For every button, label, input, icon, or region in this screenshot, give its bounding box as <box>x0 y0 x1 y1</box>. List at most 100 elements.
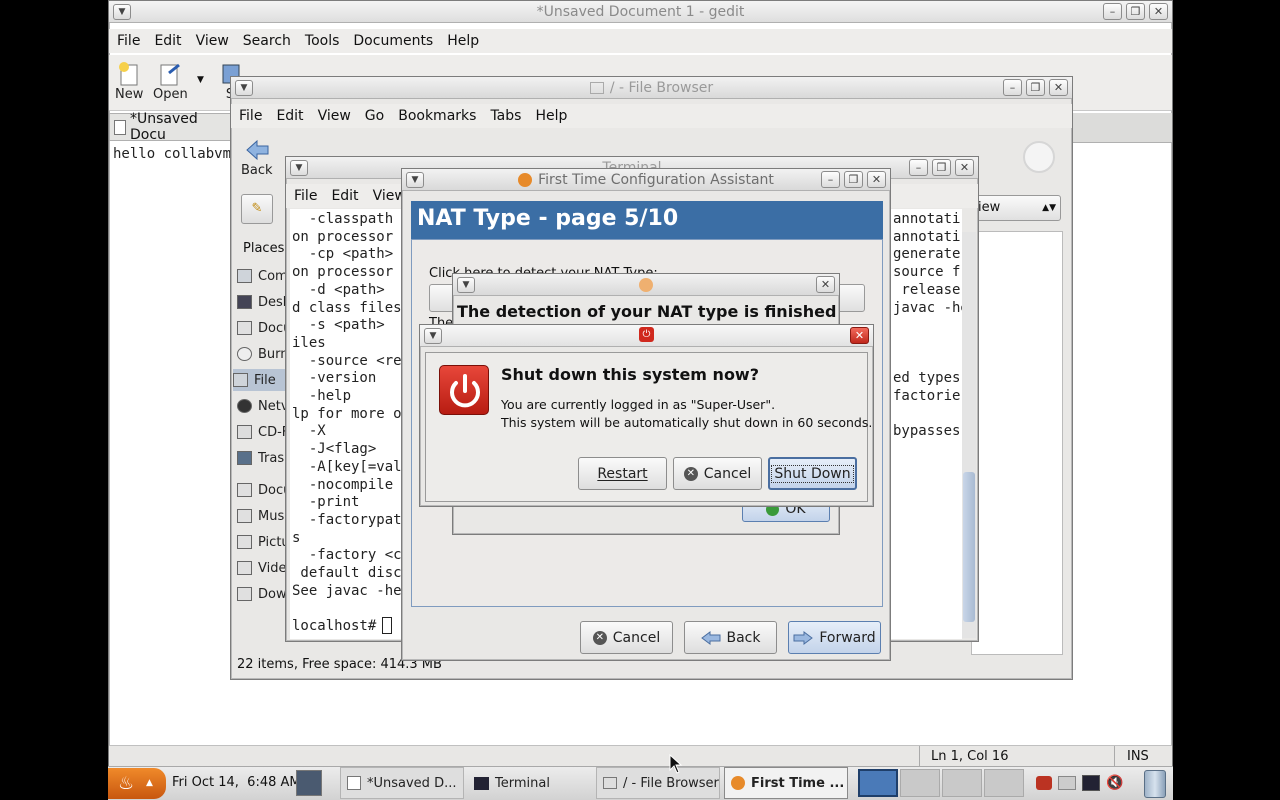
task-gedit[interactable]: *Unsaved D... <box>340 767 464 799</box>
system-tray: 🔇 <box>1036 771 1126 795</box>
menu-search[interactable]: Search <box>243 33 291 49</box>
bookmark-documents[interactable]: Docu <box>237 479 291 501</box>
menu-help[interactable]: Help <box>447 33 479 49</box>
terminal-cursor <box>382 617 392 634</box>
gedit-titlebar[interactable]: ▼ *Unsaved Document 1 - gedit – ❐ ✕ <box>109 1 1172 23</box>
menu-tools[interactable]: Tools <box>305 33 340 49</box>
window-menu-button[interactable]: ▼ <box>235 80 253 96</box>
menu-file[interactable]: File <box>117 33 140 49</box>
place-network[interactable]: Netv <box>237 395 289 417</box>
back-button[interactable]: Back <box>241 137 273 178</box>
folder-icon <box>237 535 252 549</box>
file-view-area[interactable] <box>971 231 1063 655</box>
phone-icon[interactable] <box>1036 776 1052 790</box>
task-config-assistant[interactable]: First Time ... <box>724 767 848 799</box>
trash-applet-icon[interactable] <box>1144 770 1166 798</box>
clock[interactable]: Fri Oct 14, 6:48 AM <box>172 775 301 790</box>
place-desktop[interactable]: Desk <box>237 291 290 313</box>
gedit-tab[interactable]: *Unsaved Docu <box>109 111 239 143</box>
minimize-button[interactable]: – <box>821 171 840 188</box>
taskbar: ♨ ▲ Fri Oct 14, 6:48 AM *Unsaved D... Te… <box>108 766 1173 800</box>
close-button[interactable]: ✕ <box>850 327 869 344</box>
window-menu-button[interactable]: ▼ <box>290 160 308 176</box>
open-button[interactable]: Open <box>153 61 188 102</box>
shutdown-titlebar[interactable]: ▼ ⏻ ✕ <box>420 325 873 347</box>
new-button[interactable]: New <box>115 61 143 102</box>
mouse-pointer-icon <box>669 753 683 778</box>
maximize-button[interactable]: ❐ <box>844 171 863 188</box>
assistant-titlebar[interactable]: ▼ First Time Configuration Assistant – ❐ ✕ <box>402 169 890 191</box>
place-filesystem[interactable]: File <box>233 369 291 391</box>
menu-file[interactable]: File <box>294 188 317 204</box>
window-menu-button[interactable]: ▼ <box>113 4 131 20</box>
menu-view[interactable]: View <box>196 33 229 49</box>
gedit-text-area[interactable]: hello collabvm <box>113 146 231 164</box>
printer-icon[interactable] <box>1058 776 1076 790</box>
workspace-3[interactable] <box>942 769 982 797</box>
menu-edit[interactable]: Edit <box>154 33 181 49</box>
workspace-2[interactable] <box>900 769 940 797</box>
menu-tabs[interactable]: Tabs <box>490 108 521 124</box>
workspace-switcher[interactable] <box>858 769 1028 797</box>
nat-result-message: The detection of your NAT type is finish… <box>457 302 837 321</box>
terminal-icon <box>474 776 489 790</box>
gedit-icon <box>347 776 361 790</box>
start-menu-button[interactable]: ♨ ▲ <box>108 768 166 799</box>
menu-file[interactable]: File <box>239 108 262 124</box>
network-monitor-icon[interactable] <box>1082 775 1100 791</box>
maximize-button[interactable]: ❐ <box>1026 79 1045 96</box>
maximize-button[interactable]: ❐ <box>1126 3 1145 20</box>
window-menu-button[interactable]: ▼ <box>457 277 475 293</box>
volume-muted-icon[interactable]: 🔇 <box>1106 775 1123 791</box>
task-terminal[interactable]: Terminal <box>468 767 592 799</box>
menu-edit[interactable]: Edit <box>276 108 303 124</box>
task-file-browser[interactable]: / - File Browser <box>596 767 720 799</box>
open-dropdown-arrow[interactable]: ▼ <box>197 75 204 85</box>
shutdown-cancel-button[interactable]: ✕ Cancel <box>673 457 762 490</box>
minimize-button[interactable]: – <box>909 159 928 176</box>
assistant-cancel-button[interactable]: ✕ Cancel <box>580 621 673 654</box>
menu-go[interactable]: Go <box>365 108 384 124</box>
close-button[interactable]: ✕ <box>955 159 974 176</box>
window-menu-button[interactable]: ▼ <box>424 328 442 344</box>
close-button[interactable]: ✕ <box>1149 3 1168 20</box>
window-menu-button[interactable]: ▼ <box>406 172 424 188</box>
menu-documents[interactable]: Documents <box>353 33 433 49</box>
assistant-forward-button[interactable]: Forward <box>788 621 881 654</box>
menu-edit[interactable]: Edit <box>331 188 358 204</box>
minimize-button[interactable]: – <box>1003 79 1022 96</box>
place-trash[interactable]: Trasl <box>237 447 288 469</box>
workspace-4[interactable] <box>984 769 1024 797</box>
terminal-scrollbar[interactable] <box>962 232 976 638</box>
menu-help[interactable]: Help <box>535 108 567 124</box>
assistant-back-button[interactable]: Back <box>684 621 777 654</box>
minimize-button[interactable]: – <box>1103 3 1122 20</box>
bookmark-music[interactable]: Musi <box>237 505 288 527</box>
open-icon <box>160 63 181 86</box>
menu-bookmarks[interactable]: Bookmarks <box>398 108 476 124</box>
place-computer[interactable]: Com <box>237 265 288 287</box>
shut-down-button[interactable]: Shut Down <box>768 457 857 490</box>
place-cdrom[interactable]: CD-F <box>237 421 289 443</box>
file-browser-titlebar[interactable]: ▼ / - File Browser – ❐ ✕ <box>231 77 1072 99</box>
bookmark-pictures[interactable]: Pictu <box>237 531 290 553</box>
chevron-up-icon: ▲ <box>146 778 153 788</box>
nat-dialog-titlebar[interactable]: ▼ ✕ <box>453 274 839 296</box>
close-button[interactable]: ✕ <box>1049 79 1068 96</box>
menu-view[interactable]: View <box>318 108 351 124</box>
view-mode-select[interactable]: iew ▲▼ <box>971 195 1061 221</box>
maximize-button[interactable]: ❐ <box>932 159 951 176</box>
show-desktop-button[interactable] <box>296 770 322 796</box>
edit-location-button[interactable]: ✎ <box>241 194 273 224</box>
bookmark-videos[interactable]: Vide <box>237 557 286 579</box>
close-button[interactable]: ✕ <box>867 171 886 188</box>
restart-button[interactable]: Restart <box>578 457 667 490</box>
place-documents[interactable]: Docu <box>237 317 291 339</box>
bookmark-downloads[interactable]: Dow <box>237 583 287 605</box>
workspace-1[interactable] <box>858 769 898 797</box>
power-icon-small: ⏻ <box>639 327 654 342</box>
place-burn[interactable]: Burn <box>237 343 289 365</box>
power-icon <box>439 365 489 415</box>
close-button[interactable]: ✕ <box>816 276 835 293</box>
places-header[interactable]: Places <box>243 241 284 256</box>
